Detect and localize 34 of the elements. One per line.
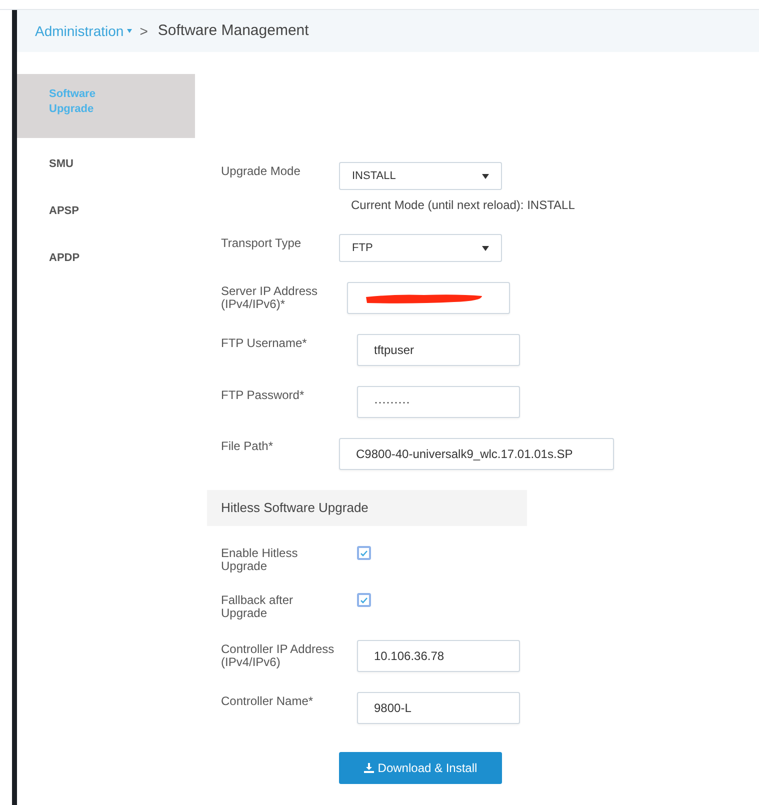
field-label: FTP Password* <box>221 387 306 402</box>
field-label: Enable Hitless Upgrade <box>221 546 299 573</box>
field-label: File Path* <box>221 438 274 453</box>
caret-icon <box>482 246 489 250</box>
checkbox[interactable] <box>357 546 371 560</box>
file-path-field[interactable]: C9800-40-universalk9_wlc.17.01.01s.SP <box>339 438 614 470</box>
checkmark-icon <box>360 596 368 604</box>
sidebar-item[interactable]: SMU <box>17 138 195 185</box>
input-field[interactable]: ········· <box>357 386 520 418</box>
section-header: Hitless Software Upgrade <box>207 490 527 526</box>
checkbox[interactable] <box>357 593 371 607</box>
breadcrumb-separator: > <box>140 22 148 40</box>
field-label: FTP Username* <box>221 335 308 350</box>
field-label: Fallback after Upgrade <box>221 593 294 620</box>
download-install-button[interactable]: Download & Install <box>339 752 502 784</box>
field-label: Upgrade Mode <box>221 163 302 178</box>
field-label: Server IP Address (IPv4/IPv6)* <box>221 283 318 311</box>
field-label: Controller Name* <box>221 693 314 708</box>
caret-icon <box>482 174 489 178</box>
checkmark-icon <box>360 550 368 556</box>
input-field[interactable]: 10.106.36.78 <box>357 640 520 672</box>
current-mode-text: Current Mode (until next reload): INSTALL <box>351 197 576 214</box>
server-ip-field[interactable] <box>347 282 510 314</box>
dropdown-field[interactable]: INSTALL <box>339 162 502 190</box>
caret-icon <box>126 29 132 33</box>
sidebar-item[interactable]: APSP <box>17 185 195 232</box>
sidebar-item[interactable]: APDP <box>17 232 195 279</box>
input-field[interactable]: tftpuser <box>357 334 520 366</box>
field-label: Transport Type <box>221 235 302 250</box>
download-icon <box>364 763 374 773</box>
dropdown-field[interactable]: FTP <box>339 234 502 262</box>
input-field[interactable]: 9800-L <box>357 692 520 724</box>
page-title: Software Management <box>158 20 309 41</box>
field-label: Controller IP Address (IPv4/IPv6) <box>221 641 336 669</box>
